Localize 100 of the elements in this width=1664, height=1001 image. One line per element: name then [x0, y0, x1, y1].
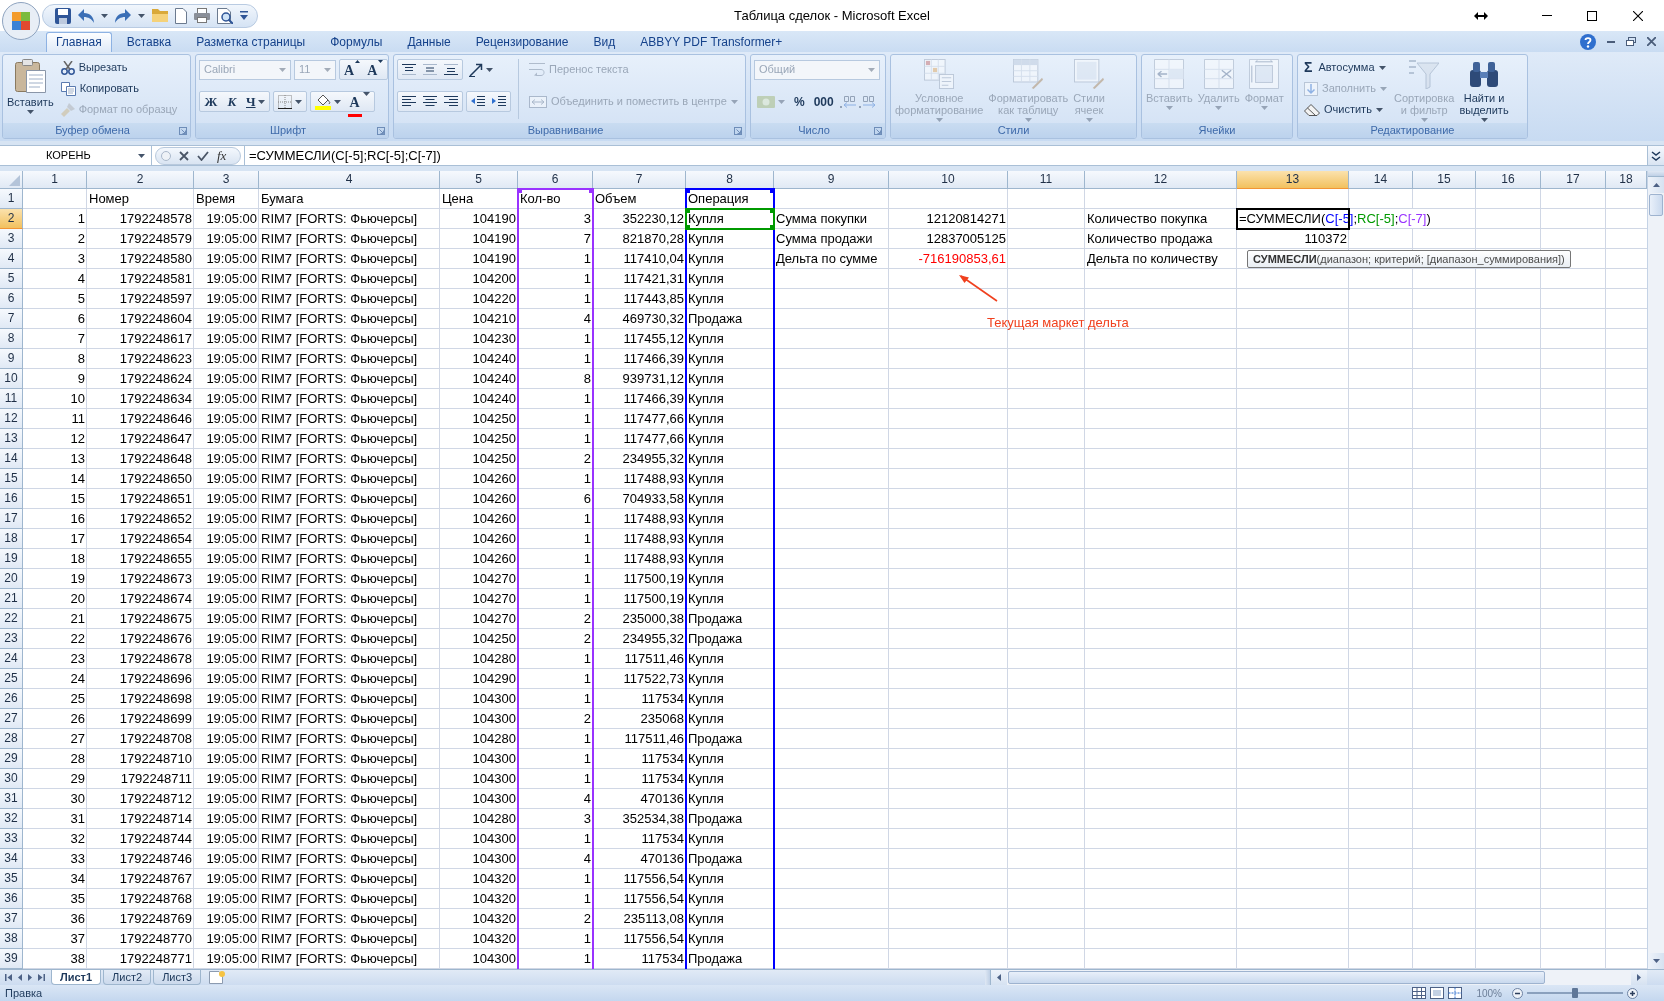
row-header[interactable]: 18 — [0, 529, 23, 549]
minimize-icon[interactable] — [1607, 40, 1615, 43]
row-header[interactable]: 25 — [0, 669, 23, 689]
print-preview-icon[interactable] — [217, 7, 233, 24]
column-header[interactable]: 2 — [87, 171, 194, 189]
ribbon-tab[interactable]: Формулы — [320, 32, 393, 52]
row-header[interactable]: 20 — [0, 569, 23, 589]
column-header[interactable]: 4 — [259, 171, 440, 189]
row-header[interactable]: 31 — [0, 789, 23, 809]
ribbon-tab[interactable]: Главная — [46, 32, 112, 52]
caret-icon[interactable] — [101, 13, 108, 18]
column-header[interactable]: 7 — [593, 171, 686, 189]
paste-button[interactable]: Вставить — [6, 57, 55, 123]
restore-icon[interactable] — [1626, 37, 1636, 46]
insert-function-button[interactable]: fx — [217, 148, 227, 163]
row-header[interactable]: 13 — [0, 429, 23, 449]
row-header[interactable]: 15 — [0, 469, 23, 489]
grow-font-button[interactable]: A — [341, 60, 364, 79]
row-header[interactable]: 36 — [0, 889, 23, 909]
slider-thumb[interactable] — [1572, 988, 1578, 998]
row-header[interactable]: 4 — [0, 249, 23, 269]
copy-button[interactable]: Копировать — [57, 78, 181, 99]
row-header[interactable]: 28 — [0, 729, 23, 749]
row-header[interactable]: 8 — [0, 329, 23, 349]
row-header[interactable]: 16 — [0, 489, 23, 509]
align-top-icon[interactable] — [402, 64, 416, 75]
column-header[interactable]: 17 — [1541, 171, 1606, 189]
caret-icon[interactable] — [240, 11, 248, 20]
row-header[interactable]: 11 — [0, 389, 23, 409]
underline-button[interactable]: Ч — [243, 92, 268, 111]
redo-icon[interactable] — [115, 8, 131, 23]
scroll-down-button[interactable] — [1648, 953, 1664, 969]
sheet-tab[interactable]: Лист3 — [153, 970, 202, 985]
column-header[interactable]: 12 — [1085, 171, 1237, 189]
font-color-button[interactable]: A — [344, 92, 373, 111]
sheet-tab[interactable]: Лист2 — [103, 970, 152, 985]
expand-formula-button[interactable] — [1647, 146, 1664, 165]
row-header[interactable]: 1 — [0, 189, 23, 209]
ribbon-tab[interactable]: Разметка страницы — [186, 32, 316, 52]
close-icon[interactable] — [1633, 10, 1643, 21]
cancel-icon[interactable] — [179, 150, 189, 161]
ribbon-tab[interactable]: Рецензирование — [465, 32, 579, 52]
column-header[interactable]: 5 — [440, 171, 518, 189]
row-header[interactable]: 27 — [0, 709, 23, 729]
row-header[interactable]: 21 — [0, 589, 23, 609]
column-header[interactable]: 15 — [1413, 171, 1476, 189]
row-header[interactable]: 10 — [0, 369, 23, 389]
printer-icon[interactable] — [194, 8, 210, 23]
ribbon-tab[interactable]: Вставка — [116, 32, 182, 52]
align-center-icon[interactable] — [423, 96, 437, 107]
ribbon-tab[interactable]: Данные — [397, 32, 461, 52]
decrease-indent-icon[interactable] — [471, 96, 485, 107]
first-sheet-icon[interactable] — [5, 974, 12, 981]
scrollbar-thumb[interactable] — [1008, 971, 1545, 984]
align-right-icon[interactable] — [444, 96, 458, 107]
new-document-icon[interactable] — [175, 7, 187, 24]
ribbon-button[interactable]: Найти и выделить — [1458, 57, 1510, 123]
row-header[interactable]: 38 — [0, 929, 23, 949]
row-header[interactable]: 34 — [0, 849, 23, 869]
row-header[interactable]: 35 — [0, 869, 23, 889]
caret-icon[interactable] — [138, 13, 145, 18]
italic-button[interactable]: К — [222, 92, 242, 111]
column-header[interactable]: 11 — [1008, 171, 1085, 189]
row-header[interactable]: 17 — [0, 509, 23, 529]
column-header[interactable]: 8 — [686, 171, 774, 189]
name-box[interactable]: КОРЕНЬ — [0, 146, 152, 165]
autosum-button[interactable]: Σ Автосумма — [1301, 57, 1390, 78]
ribbon-tab[interactable]: ABBYY PDF Transformer+ — [630, 32, 793, 52]
help-icon[interactable] — [1580, 33, 1596, 50]
column-header[interactable]: 3 — [194, 171, 259, 189]
row-header[interactable]: 2 — [0, 209, 23, 229]
zoom-out-icon[interactable] — [1512, 987, 1523, 999]
column-header[interactable]: 9 — [774, 171, 889, 189]
row-header[interactable]: 12 — [0, 409, 23, 429]
clear-button[interactable]: Очистить — [1301, 99, 1390, 120]
shrink-font-button[interactable]: A — [364, 60, 387, 79]
row-header[interactable]: 23 — [0, 629, 23, 649]
align-bottom-icon[interactable] — [444, 64, 458, 75]
row-header[interactable]: 32 — [0, 809, 23, 829]
save-icon[interactable] — [55, 7, 71, 24]
zoom-in-icon[interactable] — [1627, 987, 1638, 999]
ribbon-tab[interactable]: Вид — [583, 32, 626, 52]
scrollbar-thumb[interactable] — [1649, 194, 1663, 216]
row-header[interactable]: 22 — [0, 609, 23, 629]
row-header[interactable]: 9 — [0, 349, 23, 369]
column-header[interactable]: 1 — [23, 171, 87, 189]
cut-button[interactable]: Вырезать — [57, 57, 181, 78]
row-header[interactable]: 30 — [0, 769, 23, 789]
row-header[interactable]: 33 — [0, 829, 23, 849]
new-sheet-icon[interactable] — [209, 971, 226, 984]
previous-sheet-icon[interactable] — [18, 974, 22, 981]
row-header[interactable]: 24 — [0, 649, 23, 669]
page-layout-view-icon[interactable] — [1430, 987, 1445, 999]
column-header[interactable]: 10 — [889, 171, 1008, 189]
align-left-icon[interactable] — [402, 96, 416, 107]
row-header[interactable]: 3 — [0, 229, 23, 249]
column-header[interactable]: 14 — [1349, 171, 1413, 189]
next-sheet-icon[interactable] — [28, 974, 32, 981]
column-header[interactable]: 13 — [1237, 171, 1349, 189]
row-header[interactable]: 6 — [0, 289, 23, 309]
